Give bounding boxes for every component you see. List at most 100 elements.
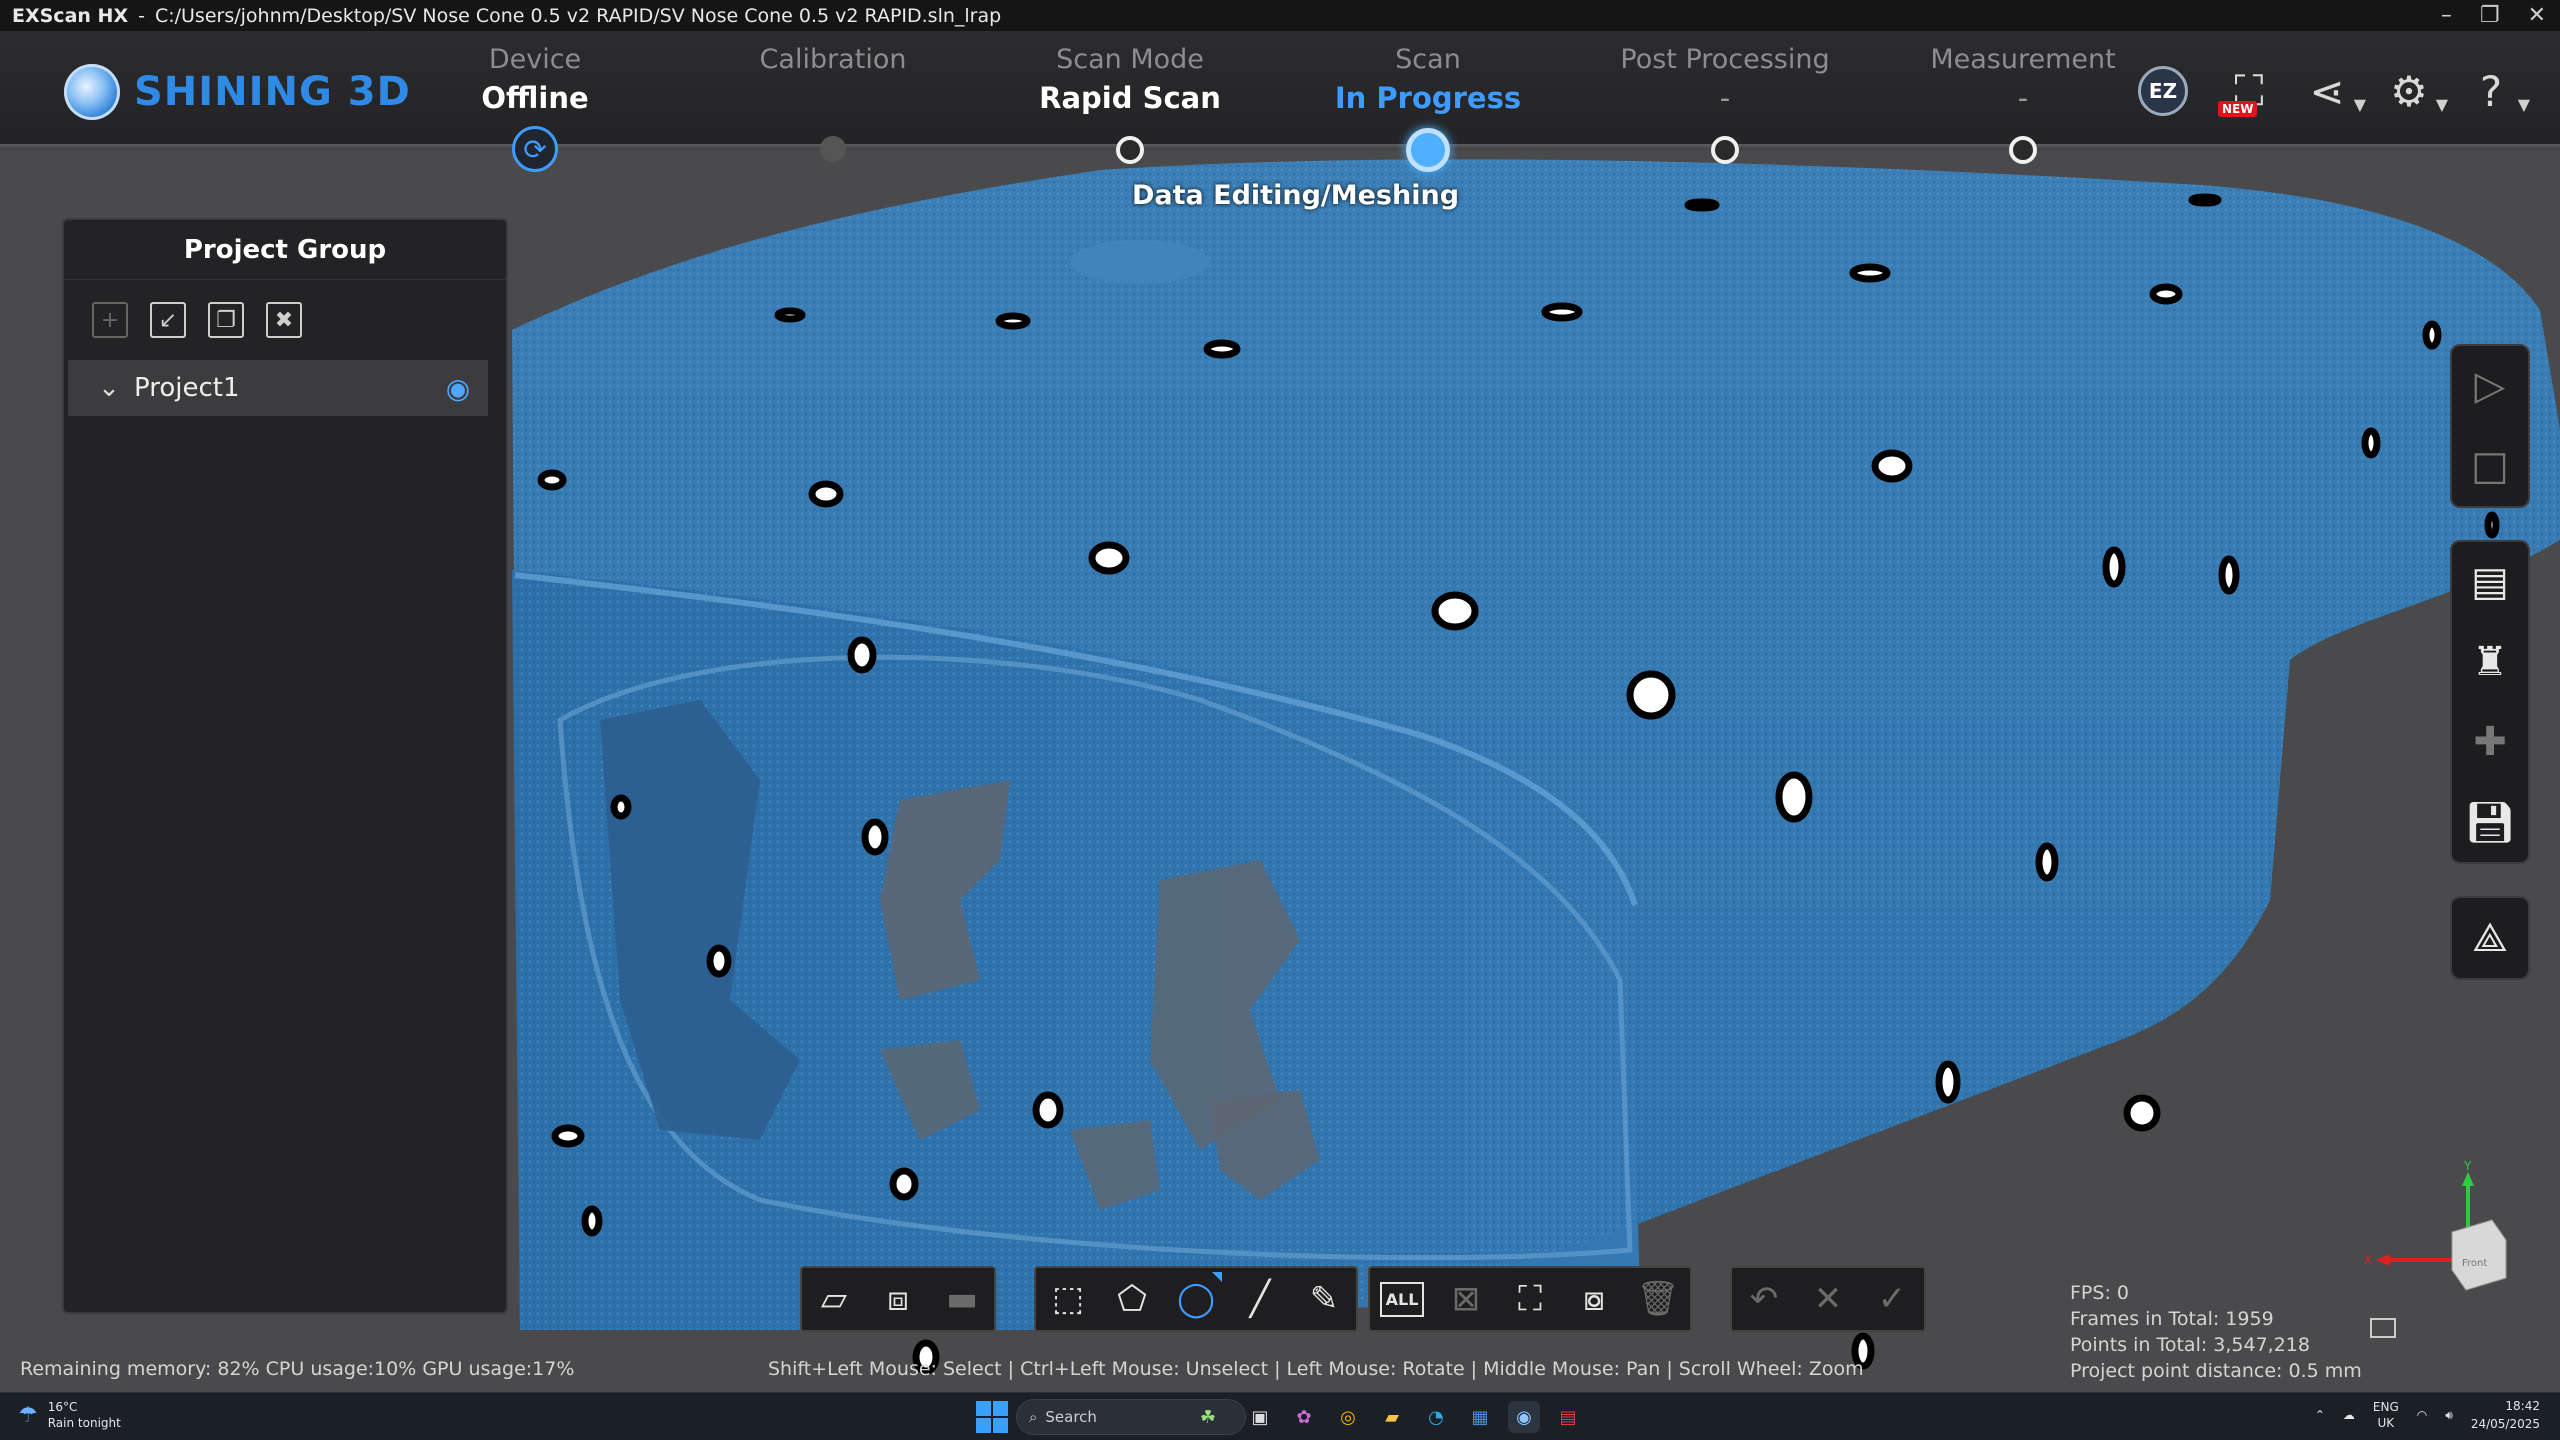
workflow-track [0, 144, 2560, 150]
edge-icon[interactable]: ◔ [1420, 1401, 1452, 1433]
add-project-icon[interactable]: + [92, 302, 128, 338]
ez-model-icon[interactable]: EZ [2138, 66, 2188, 116]
system-tray: ⌃ ☁ ENG UK ◠ 🔊︎ 18:42 24/05/2025 [2315, 1397, 2540, 1433]
polygon-select-icon[interactable]: ⬠ [1100, 1268, 1164, 1330]
device-sync-icon[interactable]: ⟳ [512, 126, 558, 172]
widgets-app-icon[interactable]: ☘ [1192, 1401, 1224, 1433]
help-icon[interactable]: ? ▼ [2466, 66, 2530, 116]
frames-total: Frames in Total: 1959 [2070, 1308, 2274, 1330]
scan-substep-label: Data Editing/Meshing [1132, 180, 1460, 211]
chrome-icon[interactable]: ◎ [1332, 1401, 1364, 1433]
project-row[interactable]: ⌄ Project1 ◉ [68, 360, 488, 416]
undo-icon[interactable]: ↶ [1732, 1268, 1796, 1330]
task-view-icon[interactable]: ▣ [1244, 1401, 1276, 1433]
merge-project-icon[interactable]: ❐ [208, 302, 244, 338]
new-badge: NEW [2218, 101, 2258, 117]
weather-forecast: Rain tonight [47, 1416, 121, 1430]
post-processing-node[interactable] [1711, 136, 1739, 164]
copilot-icon[interactable]: ✿ [1288, 1401, 1320, 1433]
weather-temp: 16°C [47, 1400, 78, 1414]
wifi-icon[interactable]: ◠ [2417, 1408, 2427, 1422]
step-post-processing[interactable]: Post Processing - [1595, 44, 1855, 115]
edit-tool-group: ALL ⊠ ⛶ ⧇ 🗑︎ [1368, 1266, 1692, 1332]
fps-readout: FPS: 0 [2070, 1282, 2129, 1304]
clean-brush-icon[interactable]: ♜ [2452, 622, 2528, 702]
volume-icon[interactable]: 🔊︎ [2445, 1408, 2453, 1423]
panel-toolbar: + ↙ ❐ ✖ [64, 280, 506, 360]
cancel-x-icon[interactable]: ✕ [1796, 1268, 1860, 1330]
select-all-label: ALL [1379, 1281, 1425, 1317]
taskbar-clock[interactable]: 18:42 24/05/2025 [2471, 1397, 2540, 1433]
delete-selection-icon[interactable]: 🗑︎ [1626, 1268, 1690, 1330]
cloud-sync-icon[interactable]: ☁ [2343, 1408, 2355, 1422]
measurement-node[interactable] [2009, 136, 2037, 164]
restore-icon[interactable]: ❐ [2480, 3, 2500, 28]
selection-tool-group: ⬚ ⬠ ◯ ╱ ✎ [1034, 1266, 1358, 1332]
view-cube[interactable] [2451, 1219, 2507, 1291]
view-cube-face-label: Front [2462, 1258, 2487, 1269]
step-device[interactable]: Device Offline [405, 44, 665, 115]
pdf-app-icon[interactable]: ▤ [1552, 1401, 1584, 1433]
fit-view-icon[interactable] [2370, 1318, 2396, 1338]
select-all-icon[interactable]: ALL [1370, 1268, 1434, 1330]
right-toolbar-top: ▷ □ [2450, 344, 2530, 508]
search-placeholder: Search [1045, 1408, 1097, 1426]
scan-mode-node[interactable] [1116, 136, 1144, 164]
file-explorer-icon[interactable]: ▰ [1376, 1401, 1408, 1433]
step-measurement[interactable]: Measurement - [1893, 44, 2153, 115]
play-scan-icon[interactable]: ▷ [2452, 346, 2528, 426]
rect-select-icon[interactable]: ⬚ [1036, 1268, 1100, 1330]
tray-overflow-icon[interactable]: ⌃ [2315, 1408, 2325, 1422]
view-tool-group: ▱ ⧈ ▬ [800, 1266, 996, 1332]
share-caret-icon: ▼ [2353, 95, 2366, 114]
orientation-gizmo[interactable]: Y X Front [2356, 1160, 2516, 1310]
x-axis-label: X [2364, 1253, 2372, 1267]
app-name: EXScan HX [12, 4, 129, 27]
windows-start-icon[interactable] [976, 1401, 1008, 1433]
right-toolbar-middle: ▤ ♜ ✚ 💾︎ [2450, 540, 2530, 864]
exscan-app-icon[interactable]: ◉ [1508, 1401, 1540, 1433]
scan-statistics: FPS: 0 Frames in Total: 1959 Points in T… [2070, 1280, 2362, 1384]
invert-select-icon[interactable]: ⛶ [1498, 1268, 1562, 1330]
language-code[interactable]: ENG [2373, 1399, 2399, 1415]
window-controls: – ❐ ✕ [2441, 0, 2546, 31]
confirm-check-icon[interactable]: ✓ [1860, 1268, 1924, 1330]
chevron-down-icon[interactable]: ⌄ [84, 373, 134, 403]
view-cube-icon[interactable]: ⧈ [866, 1268, 930, 1330]
connected-select-icon[interactable]: ⧇ [1562, 1268, 1626, 1330]
points-total: Points in Total: 3,547,218 [2070, 1334, 2310, 1356]
store-icon[interactable]: ▦ [1464, 1401, 1496, 1433]
visibility-eye-icon[interactable]: ◉ [428, 372, 488, 405]
settings-gear-icon[interactable]: ⚙ ▼ [2384, 66, 2448, 116]
import-project-icon[interactable]: ↙ [150, 302, 186, 338]
step-scan-mode[interactable]: Scan Mode Rapid Scan [1000, 44, 1260, 115]
project-group-panel: Project Group + ↙ ❐ ✖ ⌄ Project1 ◉ [62, 218, 508, 1314]
weather-widget[interactable]: ☂ 16°C Rain tonight [18, 1399, 121, 1431]
right-toolbar-bottom: ⟁ [2450, 896, 2530, 980]
calibration-node[interactable] [820, 136, 846, 162]
view-flat-icon[interactable]: ▬ [930, 1268, 994, 1330]
stop-scan-icon[interactable]: □ [2452, 426, 2528, 506]
panel-view-icon[interactable]: ▤ [2452, 542, 2528, 622]
scan-node-active[interactable] [1406, 128, 1450, 172]
step-calibration[interactable]: Calibration [703, 44, 963, 81]
settings-caret-icon: ▼ [2435, 95, 2448, 114]
mouse-hint-bar: Shift+Left Mouse: Select | Ctrl+Left Mou… [768, 1358, 1864, 1380]
brush-select-icon[interactable]: ✎ [1292, 1268, 1356, 1330]
delete-project-icon[interactable]: ✖ [266, 302, 302, 338]
puzzle-align-icon[interactable]: ✚ [2452, 702, 2528, 782]
save-icon[interactable]: 💾︎ [2452, 782, 2528, 862]
share-icon[interactable]: ⋖ ▼ [2302, 66, 2366, 116]
close-icon[interactable]: ✕ [2528, 3, 2546, 28]
shining3d-logo-icon [64, 64, 120, 120]
step-scan-mode-label: Scan Mode [1056, 44, 1204, 75]
view-plane-icon[interactable]: ▱ [802, 1268, 866, 1330]
line-select-icon[interactable]: ╱ [1228, 1268, 1292, 1330]
step-scan[interactable]: Scan In Progress [1298, 44, 1558, 115]
brand-name: SHINING 3D [134, 69, 411, 115]
mesh-triangle-icon[interactable]: ⟁ [2452, 898, 2528, 978]
deselect-icon[interactable]: ⊠ [1434, 1268, 1498, 1330]
project-name: Project1 [134, 373, 240, 403]
minimize-icon[interactable]: – [2441, 3, 2452, 28]
lasso-select-icon[interactable]: ◯ [1164, 1268, 1228, 1330]
